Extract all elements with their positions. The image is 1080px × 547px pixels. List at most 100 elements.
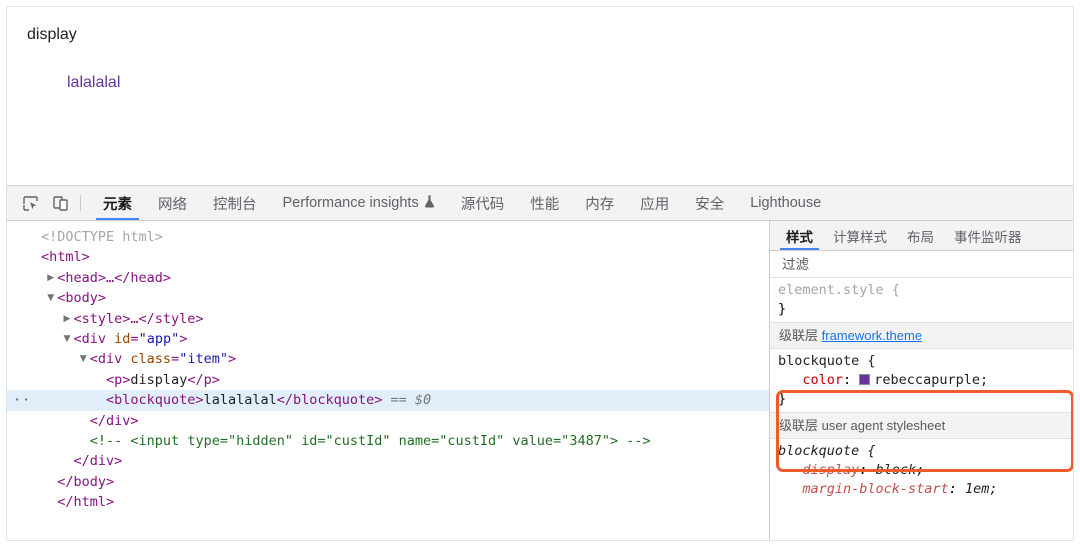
dom-indent bbox=[31, 311, 64, 327]
css-property-name[interactable]: margin-block-start bbox=[802, 481, 948, 497]
dom-node[interactable]: </div> bbox=[7, 411, 769, 431]
dom-node[interactable]: <!DOCTYPE html> bbox=[7, 227, 769, 247]
rule-close-brace: } bbox=[778, 301, 787, 317]
color-swatch[interactable] bbox=[859, 374, 871, 385]
css-property-value[interactable]: rebeccapurple; bbox=[874, 372, 988, 388]
dom-node[interactable]: <p>display</p> bbox=[7, 370, 769, 390]
dom-node[interactable]: </body> bbox=[7, 472, 769, 492]
styles-filter-input[interactable] bbox=[780, 255, 1073, 273]
dom-node[interactable]: ▼ <div class="item"> bbox=[7, 349, 769, 369]
dom-token-tag: = bbox=[130, 331, 139, 348]
dom-token-tag: </div> bbox=[73, 453, 123, 470]
tab-memory[interactable]: 内存 bbox=[572, 186, 627, 220]
dom-token-tag: <style>…</style> bbox=[73, 310, 204, 327]
dom-indent bbox=[31, 372, 96, 388]
devtools-panel: 元素 网络 控制台 Performance insights 源代码 性能 内存… bbox=[7, 185, 1073, 540]
cascade-layer-label: 级联层 bbox=[779, 418, 822, 433]
dom-node[interactable]: </div> bbox=[7, 451, 769, 471]
css-property-name[interactable]: color bbox=[802, 372, 843, 388]
cascade-layer-bar: 级联层 framework.theme bbox=[770, 322, 1073, 349]
tab-performance[interactable]: 性能 bbox=[517, 186, 572, 220]
cascade-layer-label: 级联层 bbox=[779, 328, 822, 343]
dom-token-tag: = bbox=[171, 351, 180, 368]
styles-rules-list[interactable]: element.style { } 级联层 framework.theme bloc… bbox=[770, 278, 1073, 506]
dom-node[interactable]: <!-- <input type="hidden" id="custId" na… bbox=[7, 431, 769, 451]
cascade-layer-source: user agent stylesheet bbox=[821, 418, 946, 433]
rule-selector: element.style { bbox=[778, 282, 900, 298]
dom-indent bbox=[31, 352, 80, 368]
tab-sources-label: 源代码 bbox=[460, 196, 505, 213]
rule-selector[interactable]: blockquote { bbox=[778, 443, 876, 459]
tab-network[interactable]: 网络 bbox=[145, 186, 200, 220]
styles-tab-computed[interactable]: 计算样式 bbox=[823, 221, 897, 250]
twisty-open-icon[interactable]: ▼ bbox=[64, 329, 74, 349]
device-toolbar-icon[interactable] bbox=[45, 186, 75, 220]
styles-tab-event-listeners[interactable]: 事件监听器 bbox=[944, 221, 1032, 250]
devtools-body: <!DOCTYPE html> <html> ▶ <head>…</head> ▼ <… bbox=[7, 221, 1073, 540]
cascade-layer-bar: 级联层 user agent stylesheet bbox=[770, 412, 1073, 439]
css-property-value[interactable]: 1em; bbox=[965, 481, 998, 497]
styles-tab-layout-label: 布局 bbox=[907, 229, 934, 245]
styles-panel-tabs: 样式 计算样式 布局 事件监听器 bbox=[770, 221, 1073, 251]
dom-indent bbox=[31, 331, 64, 347]
rule-element-style[interactable]: element.style { } bbox=[770, 278, 1073, 322]
dom-indent bbox=[31, 270, 47, 286]
dom-token-tag: </html> bbox=[57, 494, 115, 511]
dom-node-selected[interactable]: ·· <blockquote>lalalalal</blockquote> ==… bbox=[7, 390, 769, 411]
tab-security[interactable]: 安全 bbox=[682, 186, 737, 220]
twisty-open-icon[interactable]: ▼ bbox=[80, 349, 90, 369]
twisty-open-icon[interactable]: ▼ bbox=[47, 288, 57, 308]
dom-token-tag: </body> bbox=[57, 473, 115, 490]
dom-token-tag: <div bbox=[89, 351, 131, 368]
css-property-value[interactable]: block; bbox=[876, 462, 925, 478]
tab-elements-label: 元素 bbox=[103, 196, 132, 213]
dom-node[interactable]: </html> bbox=[7, 492, 769, 512]
tab-performance-insights[interactable]: Performance insights bbox=[270, 186, 448, 220]
dom-token-val: "app" bbox=[138, 331, 180, 348]
styles-filter-row bbox=[770, 251, 1073, 278]
css-property-name[interactable]: display bbox=[802, 462, 859, 478]
dom-token-tag: </div> bbox=[89, 412, 139, 429]
css-rule[interactable]: blockquote { display: block; margin-bloc… bbox=[770, 439, 1073, 502]
cascade-layer-link[interactable]: framework.theme bbox=[822, 328, 922, 343]
tab-lighthouse-label: Lighthouse bbox=[750, 195, 822, 211]
tab-security-label: 安全 bbox=[695, 196, 725, 213]
devtools-toolbar: 元素 网络 控制台 Performance insights 源代码 性能 内存… bbox=[7, 186, 1073, 221]
twisty-closed-icon[interactable]: ▶ bbox=[64, 309, 74, 329]
dom-node[interactable]: ▶ <style>…</style> bbox=[7, 309, 769, 329]
tab-sources[interactable]: 源代码 bbox=[448, 186, 518, 220]
rule-selector[interactable]: blockquote { bbox=[778, 353, 876, 369]
twisty-closed-icon[interactable]: ▶ bbox=[47, 268, 57, 288]
dom-node[interactable]: ▼ <body> bbox=[7, 288, 769, 308]
tab-lighthouse[interactable]: Lighthouse bbox=[737, 186, 834, 220]
flask-icon bbox=[424, 194, 435, 212]
tab-application[interactable]: 应用 bbox=[627, 186, 682, 220]
dom-token-attr: id bbox=[114, 331, 131, 348]
page-blockquote: lalalalal bbox=[67, 74, 121, 91]
dom-token-tag: > bbox=[179, 331, 188, 348]
tab-elements[interactable]: 元素 bbox=[90, 186, 145, 220]
inspect-element-icon[interactable] bbox=[15, 186, 45, 220]
dom-token-tag: <div bbox=[73, 331, 115, 348]
styles-tab-computed-label: 计算样式 bbox=[833, 229, 887, 245]
dom-token-tag: > bbox=[227, 351, 237, 368]
dom-node[interactable]: <html> bbox=[7, 247, 769, 267]
dom-token-val: "item" bbox=[179, 351, 228, 368]
dom-token-tag: <body> bbox=[57, 290, 107, 307]
tab-application-label: 应用 bbox=[640, 196, 670, 213]
dom-node[interactable]: ▼ <div id="app"> bbox=[7, 329, 769, 349]
dom-token-tag: <p> bbox=[106, 371, 131, 388]
dom-token-tag: <blockquote> bbox=[106, 392, 204, 409]
css-rule[interactable]: blockquote { color: rebeccapurple; } bbox=[770, 349, 1073, 412]
styles-tab-styles[interactable]: 样式 bbox=[776, 221, 823, 250]
dom-tree-panel[interactable]: <!DOCTYPE html> <html> ▶ <head>…</head> ▼ <… bbox=[7, 221, 769, 540]
dom-token-attr: class bbox=[130, 351, 172, 368]
dom-indent bbox=[31, 433, 80, 449]
dom-indent bbox=[31, 392, 96, 408]
styles-rules-container: element.style { } 级联层 framework.theme bloc… bbox=[770, 278, 1073, 540]
styles-tab-layout[interactable]: 布局 bbox=[897, 221, 944, 250]
dom-token-text: display bbox=[130, 371, 188, 388]
page-viewport: display lalalalal bbox=[7, 7, 1073, 185]
dom-node[interactable]: ▶ <head>…</head> bbox=[7, 268, 769, 288]
tab-console[interactable]: 控制台 bbox=[200, 186, 270, 220]
